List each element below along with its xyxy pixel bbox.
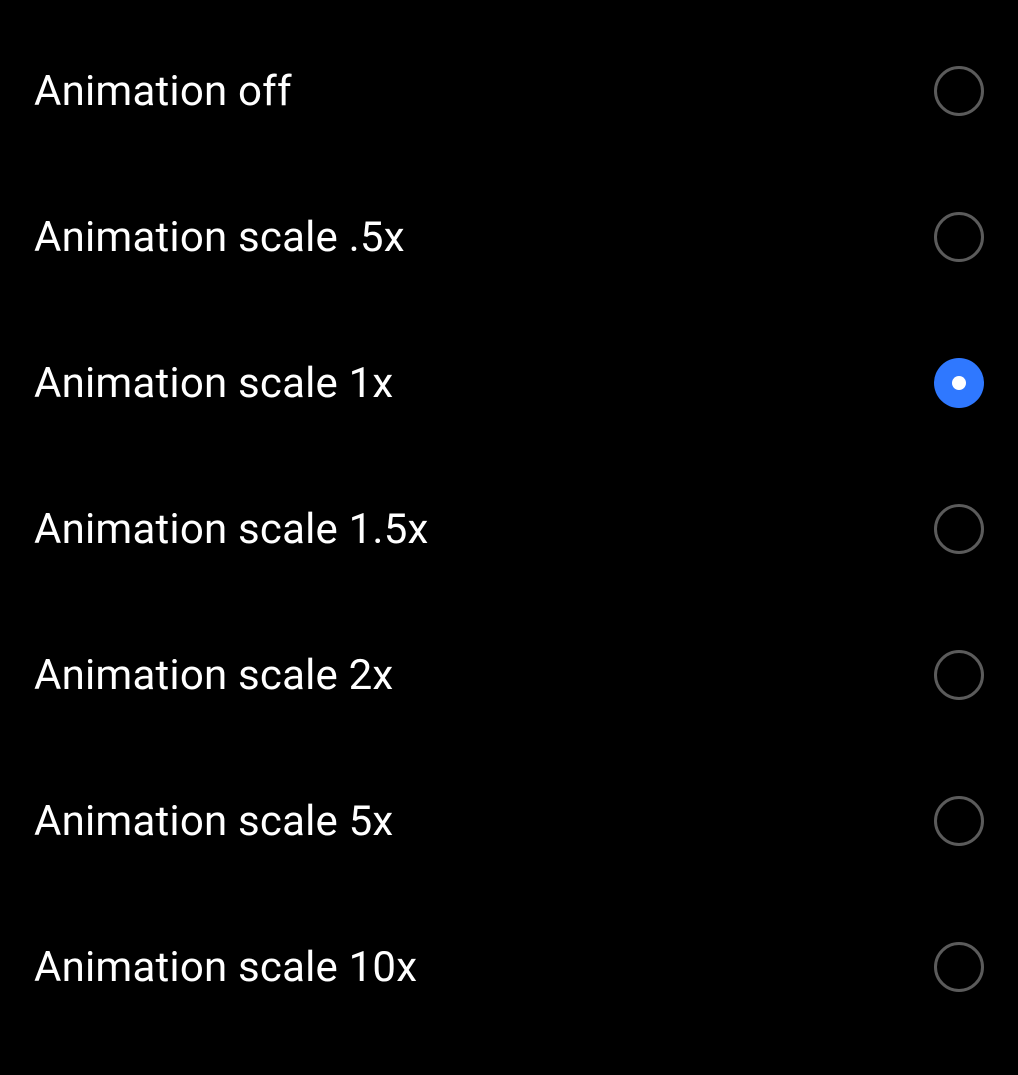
radio-icon [934,66,984,116]
radio-icon [934,650,984,700]
option-label: Animation scale 1.5x [34,505,429,554]
option-animation-scale-5x[interactable]: Animation scale 5x [0,748,1018,894]
radio-dot-icon [952,376,966,390]
radio-selected-icon [934,358,984,408]
option-animation-off[interactable]: Animation off [0,18,1018,164]
option-animation-scale-1x[interactable]: Animation scale 1x [0,310,1018,456]
option-animation-scale-1-5x[interactable]: Animation scale 1.5x [0,456,1018,602]
option-animation-scale-10x[interactable]: Animation scale 10x [0,894,1018,1040]
option-label: Animation scale .5x [34,213,405,262]
radio-icon [934,212,984,262]
option-animation-scale-0-5x[interactable]: Animation scale .5x [0,164,1018,310]
option-animation-scale-2x[interactable]: Animation scale 2x [0,602,1018,748]
option-label: Animation scale 1x [34,359,393,408]
option-label: Animation scale 2x [34,651,393,700]
radio-icon [934,796,984,846]
radio-icon [934,942,984,992]
option-label: Animation off [34,67,292,116]
radio-icon [934,504,984,554]
animation-scale-options: Animation off Animation scale .5x Animat… [0,0,1018,1040]
option-label: Animation scale 10x [34,943,417,992]
option-label: Animation scale 5x [34,797,393,846]
